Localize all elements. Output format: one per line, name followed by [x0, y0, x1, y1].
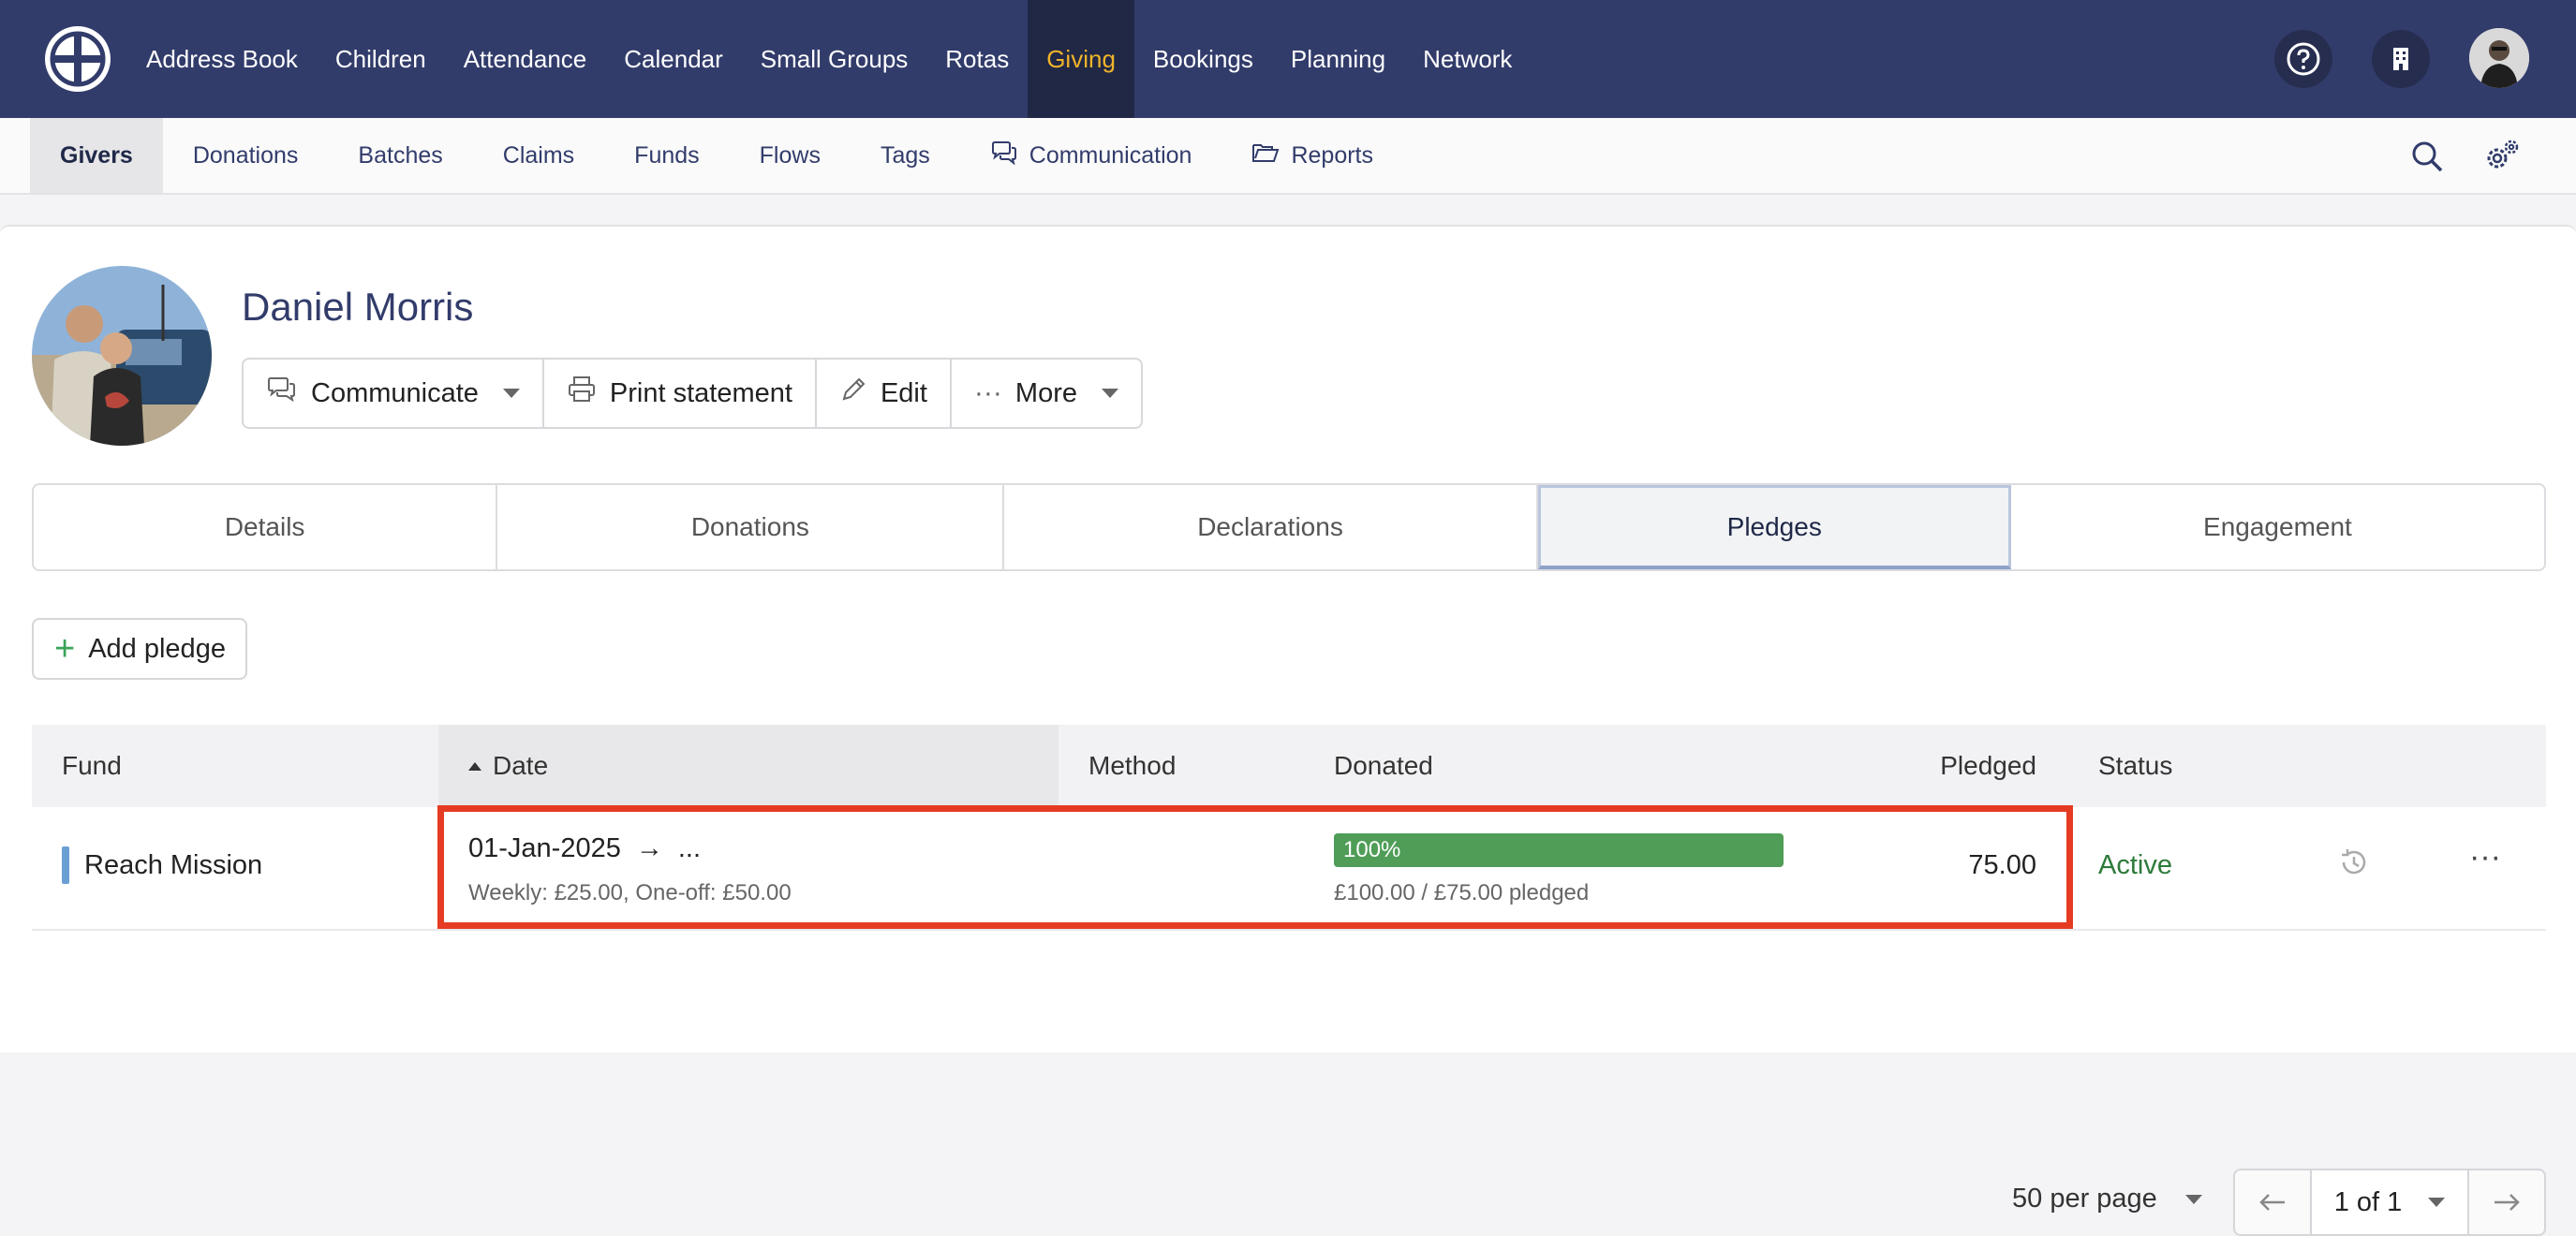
subnav-communication[interactable]: Communication: [960, 118, 1222, 193]
table-row[interactable]: Reach Mission 01-Jan-2025 → ... Weekly: …: [32, 807, 2546, 931]
nav-network[interactable]: Network: [1404, 0, 1531, 118]
subnav-funds[interactable]: Funds: [604, 118, 729, 193]
nav-children[interactable]: Children: [317, 0, 445, 118]
subnav-reports[interactable]: Reports: [1221, 118, 1403, 193]
help-icon[interactable]: [2274, 30, 2332, 88]
header-fund[interactable]: Fund: [62, 725, 122, 807]
donated-summary: £100.00 / £75.00 pledged: [1334, 880, 1590, 905]
nav-attendance[interactable]: Attendance: [445, 0, 606, 118]
more-label: More: [1014, 377, 1077, 408]
print-statement-button[interactable]: Print statement: [544, 360, 817, 427]
subnav-givers[interactable]: Givers: [30, 118, 163, 193]
subnav-label: Donations: [192, 141, 299, 169]
page-select[interactable]: 1 of 1: [2310, 1170, 2469, 1234]
logo-icon[interactable]: [45, 26, 111, 92]
profile-photo: [32, 266, 212, 446]
communicate-label: Communicate: [311, 377, 479, 408]
row-menu-icon[interactable]: ···: [2469, 839, 2501, 876]
pledge-schedule: Weekly: £25.00, One-off: £50.00: [468, 880, 792, 905]
folder-icon: [1251, 141, 1280, 170]
date-end: ...: [677, 833, 702, 863]
building-icon[interactable]: [2372, 30, 2430, 88]
pledge-date-range: 01-Jan-2025 → ...: [468, 833, 701, 864]
history-icon[interactable]: [2338, 846, 2370, 886]
subnav-label: Reports: [1291, 141, 1373, 169]
nav-small-groups[interactable]: Small Groups: [742, 0, 927, 118]
print-statement-label: Print statement: [609, 377, 792, 408]
header-method[interactable]: Method: [1088, 725, 1176, 807]
chevron-down-icon: [1101, 389, 1118, 398]
nav-bookings[interactable]: Bookings: [1134, 0, 1272, 118]
fund-name[interactable]: Reach Mission: [84, 850, 262, 881]
subnav-label: Batches: [358, 141, 443, 169]
subnav-label: Communication: [1029, 141, 1192, 169]
header-status[interactable]: Status: [2098, 725, 2172, 807]
subnav-claims[interactable]: Claims: [473, 118, 604, 193]
tab-donations[interactable]: Donations: [497, 485, 1005, 569]
chevron-down-icon: [2184, 1194, 2202, 1204]
donated-progress-fill: 100%: [1334, 833, 1784, 867]
pagination-control: 1 of 1: [2233, 1169, 2546, 1236]
subnav-label: Claims: [502, 141, 575, 169]
add-pledge-button[interactable]: + Add pledge: [32, 618, 247, 680]
pencil-icon: [839, 375, 867, 411]
subnav-tags[interactable]: Tags: [851, 118, 960, 193]
nav-planning[interactable]: Planning: [1272, 0, 1404, 118]
profile-tabs: Details Donations Declarations Pledges E…: [32, 483, 2546, 571]
subnav-label: Funds: [634, 141, 700, 169]
subnav-label: Givers: [60, 141, 133, 169]
header-donated[interactable]: Donated: [1334, 725, 1433, 807]
chat-icon: [266, 375, 298, 411]
tab-engagement[interactable]: Engagement: [2011, 485, 2544, 569]
previous-page-button[interactable]: [2235, 1170, 2310, 1234]
fund-color-marker: [62, 846, 69, 884]
header-pledged[interactable]: Pledged: [1718, 725, 2036, 807]
top-navigation: Address Book Children Attendance Calenda…: [0, 0, 2576, 118]
settings-icon[interactable]: [2480, 135, 2524, 178]
arrow-right-icon: →: [635, 833, 663, 863]
more-button[interactable]: ··· More: [952, 360, 1141, 427]
nav-giving[interactable]: Giving: [1028, 0, 1134, 118]
chat-icon: [990, 140, 1018, 171]
nav-calendar[interactable]: Calendar: [605, 0, 742, 118]
subnav-batches[interactable]: Batches: [328, 118, 472, 193]
edit-label: Edit: [880, 377, 927, 408]
plus-icon: +: [54, 629, 76, 669]
tab-pledges[interactable]: Pledges: [1537, 485, 2011, 569]
subnav-label: Flows: [759, 141, 821, 169]
pledges-table-header: Fund Date Method Donated Pledged Status: [32, 725, 2546, 807]
add-pledge-label: Add pledge: [88, 633, 226, 664]
edit-button[interactable]: Edit: [817, 360, 952, 427]
person-name: Daniel Morris: [242, 285, 474, 329]
pledged-amount: 75.00: [1968, 850, 2036, 880]
nav-rotas[interactable]: Rotas: [926, 0, 1028, 118]
chevron-down-icon: [502, 389, 520, 398]
tab-details[interactable]: Details: [34, 485, 498, 569]
subnav-label: Tags: [880, 141, 930, 169]
sort-ascending-icon: [468, 761, 481, 771]
giver-profile-card: Daniel Morris Communicate Print statemen…: [0, 225, 2576, 1236]
profile-action-group: Communicate Print statement Edit ··· Mor…: [242, 358, 1143, 429]
donated-percent: 100%: [1343, 837, 1401, 862]
status-badge: Active: [2098, 850, 2172, 880]
tab-declarations[interactable]: Declarations: [1004, 485, 1538, 569]
header-date-label: Date: [493, 751, 549, 780]
per-page-select[interactable]: 50 per page: [2012, 1184, 2202, 1214]
ellipsis-icon: ···: [973, 377, 1002, 408]
header-date[interactable]: Date: [438, 725, 1059, 807]
subnav-flows[interactable]: Flows: [730, 118, 851, 193]
giving-subnav: Givers Donations Batches Claims Funds Fl…: [0, 118, 2576, 195]
page-indicator: 1 of 1: [2333, 1186, 2403, 1217]
subnav-donations[interactable]: Donations: [163, 118, 329, 193]
nav-address-book[interactable]: Address Book: [127, 0, 317, 118]
date-start: 01-Jan-2025: [468, 833, 621, 863]
printer-icon: [567, 375, 597, 411]
communicate-button[interactable]: Communicate: [244, 360, 544, 427]
user-avatar[interactable]: [2469, 28, 2529, 88]
next-page-button[interactable]: [2469, 1170, 2544, 1234]
donated-progress-bar: 100%: [1334, 833, 1784, 867]
search-icon[interactable]: [2406, 135, 2449, 178]
per-page-label: 50 per page: [2012, 1184, 2157, 1214]
chevron-down-icon: [2428, 1198, 2446, 1207]
